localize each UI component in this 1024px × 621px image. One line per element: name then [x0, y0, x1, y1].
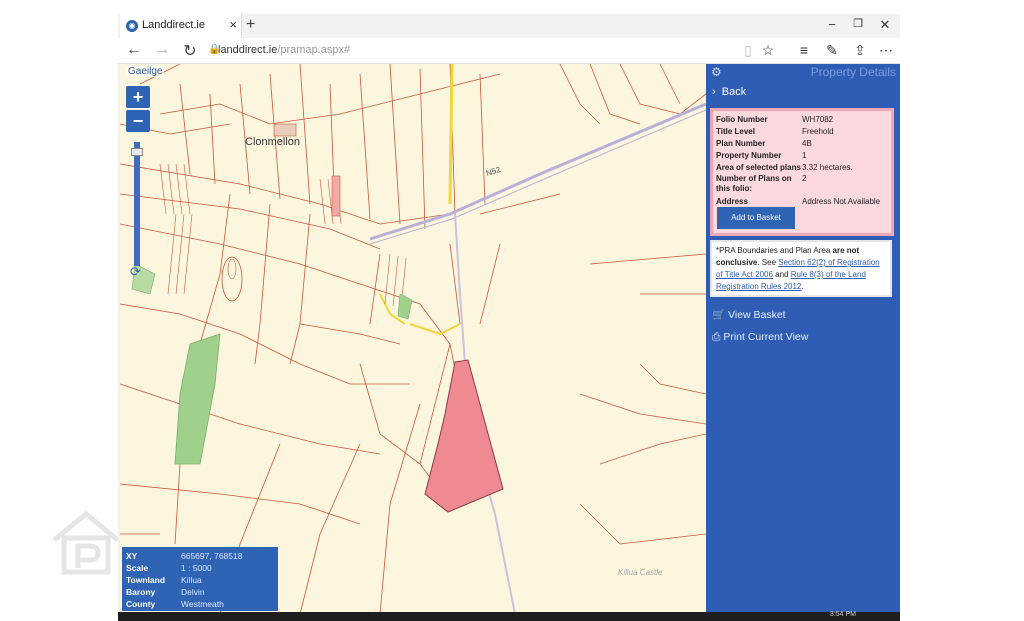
taskbar-clock: 3:54 PM [829, 611, 856, 618]
detail-row-folio: Folio Number WH7082 [716, 115, 834, 124]
detail-row-property-number: Property Number 1 [716, 151, 807, 160]
chevron-right-icon: › [712, 86, 716, 98]
cart-icon: 🛒 [712, 309, 726, 321]
map-canvas[interactable]: Gaeilge + − ⟳ Clonmellon N52 Killua Cast… [120, 64, 706, 614]
detail-row-title-level: Title Level Freehold [716, 127, 834, 136]
tab-close-icon[interactable]: × [229, 17, 237, 32]
restore-button[interactable]: ❐ [848, 17, 868, 30]
info-row-barony: Barony Delvin [126, 587, 205, 597]
info-row-townland: Townland Killua [126, 575, 202, 585]
language-link[interactable]: Gaeilge [126, 66, 165, 77]
forward-arrow-icon[interactable]: → [152, 41, 172, 59]
detail-row-area: Area of selected plans 3.32 hectares. [716, 163, 853, 172]
property-details-panel: ⚙ Property Details › Back Folio Number WH… [706, 64, 900, 621]
back-arrow-icon[interactable]: ← [124, 41, 144, 59]
reset-view-icon[interactable]: ⟳ [130, 264, 141, 280]
tab-title: Landdirect.ie [142, 19, 205, 31]
detail-row-plan-number: Plan Number 4B [716, 139, 812, 148]
add-to-basket-button[interactable]: Add to Basket [717, 207, 795, 229]
zoom-in-button[interactable]: + [126, 86, 150, 108]
panel-header: ⚙ Property Details [706, 64, 900, 82]
back-label: Back [721, 86, 747, 98]
cadastral-map [120, 64, 706, 614]
place-label: Clonmellon [245, 136, 301, 148]
detail-row-number-of-plans: Number of Plans on this folio: 2 [716, 174, 807, 193]
back-link[interactable]: › Back [712, 86, 746, 98]
navigation-bar: ← → ↻ 🔒 landdirect.ie/pramap.aspx# ▯ ☆ ≡… [118, 38, 900, 64]
taskbar: 3:54 PM [118, 611, 900, 621]
hub-icon[interactable]: ≡ [794, 42, 814, 58]
more-icon[interactable]: ⋯ [876, 42, 896, 59]
address-path: /pramap.aspx# [277, 44, 351, 56]
address-bar[interactable]: landdirect.ie/pramap.aspx# [218, 44, 350, 56]
browser-window: ◉ Landdirect.ie × + − ❐ ✕ ← → ↻ 🔒 landdi… [118, 14, 900, 621]
panel-title: Property Details [810, 65, 896, 79]
address-domain: landdirect.ie [218, 44, 278, 56]
disclaimer-note: *PRA Boundaries and Plan Area are not co… [710, 240, 892, 297]
info-row-county: County Westmeath [126, 599, 224, 609]
field-note: Killua Castle [618, 568, 663, 577]
web-note-icon[interactable]: ✎ [822, 42, 842, 59]
gear-icon[interactable]: ⚙ [711, 65, 722, 79]
print-view-link[interactable]: ⎙ Print Current View [712, 331, 808, 344]
coordinate-info-box: XY 665697, 768518 Scale 1 : 5000 Townland K… [122, 547, 278, 611]
zoom-slider[interactable] [134, 142, 140, 266]
info-row-scale: Scale 1 : 5000 [126, 563, 212, 573]
zoom-out-button[interactable]: − [126, 110, 150, 132]
zoom-slider-thumb[interactable] [131, 148, 143, 156]
minimize-button[interactable]: − [822, 17, 842, 32]
tab-bar: ◉ Landdirect.ie × + − ❐ ✕ [118, 14, 900, 38]
refresh-icon[interactable]: ↻ [180, 41, 200, 61]
print-icon: ⎙ [712, 331, 721, 343]
view-basket-link[interactable]: 🛒 View Basket [712, 308, 786, 321]
new-tab-button[interactable]: + [246, 16, 255, 34]
property-details-card: Folio Number WH7082 Title Level Freehold P… [710, 108, 894, 236]
globe-icon: ◉ [126, 20, 138, 32]
watermark-logo [52, 510, 120, 575]
share-icon[interactable]: ⇪ [850, 42, 870, 59]
favorite-star-icon[interactable]: ☆ [758, 42, 778, 59]
tab-landdirect[interactable]: ◉ Landdirect.ie × [120, 14, 242, 38]
info-row-xy: XY 665697, 768518 [126, 551, 243, 561]
reading-view-icon[interactable]: ▯ [738, 42, 758, 59]
close-window-button[interactable]: ✕ [875, 17, 895, 33]
